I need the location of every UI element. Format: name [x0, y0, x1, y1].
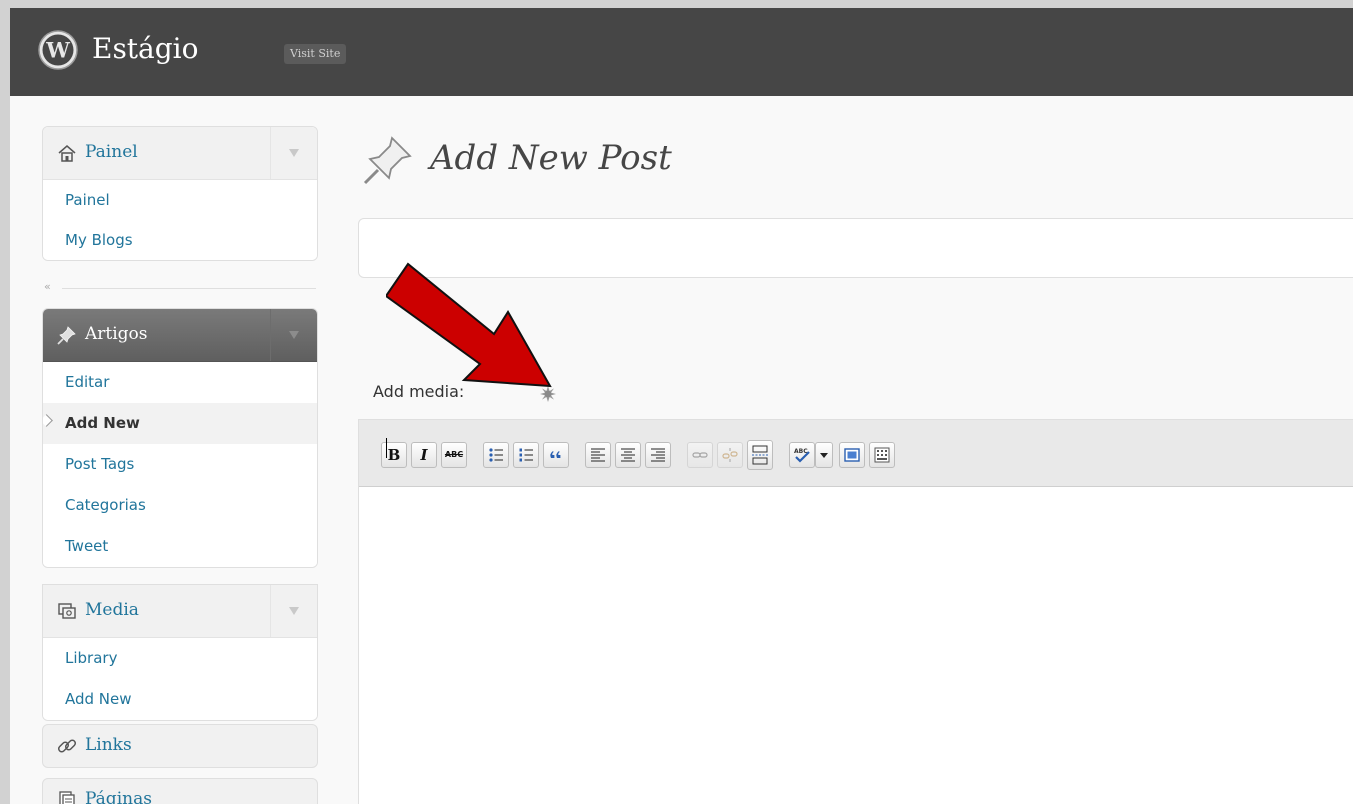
- chevron-down-icon: [289, 331, 299, 339]
- pages-icon: [59, 791, 75, 804]
- unlink-icon: [722, 448, 738, 462]
- menu-item-add-new-media[interactable]: Add New: [43, 679, 317, 720]
- unlink-button[interactable]: [717, 442, 743, 468]
- spellcheck-language-dropdown[interactable]: [815, 442, 833, 468]
- menu-item-categorias[interactable]: Categorias: [43, 485, 317, 526]
- wordpress-logo-icon[interactable]: W: [38, 30, 78, 70]
- insert-link-button[interactable]: [687, 442, 713, 468]
- menu-dashboard: Painel Painel My Blogs: [42, 126, 318, 261]
- text-cursor: [386, 438, 387, 458]
- editor-toolbar: B I ABC ABC: [359, 420, 1353, 487]
- menu-links[interactable]: Links: [42, 724, 318, 768]
- menu-pages[interactable]: Páginas: [42, 778, 318, 804]
- chevron-down-icon: [289, 149, 299, 157]
- wp-admin-window: W Estágio Visit Site Painel Painel My Bl…: [10, 8, 1353, 804]
- menu-item-editar[interactable]: Editar: [43, 362, 317, 403]
- page-title: Add New Post: [430, 138, 672, 178]
- fullscreen-button[interactable]: [839, 442, 865, 468]
- more-tag-icon: [752, 445, 768, 465]
- pushpin-icon: [363, 136, 412, 185]
- bullet-list-button[interactable]: [483, 442, 509, 468]
- menu-posts-label: Artigos: [85, 324, 148, 344]
- bold-button[interactable]: B: [381, 442, 407, 468]
- chevron-down-icon: [820, 453, 828, 458]
- insert-more-button[interactable]: [747, 440, 773, 470]
- admin-header: W Estágio Visit Site: [10, 8, 1353, 96]
- align-right-icon: [651, 448, 665, 462]
- post-editor: B I ABC ABC: [358, 419, 1353, 804]
- numbered-list-icon: [519, 448, 533, 462]
- red-arrow-icon: [386, 262, 552, 388]
- menu-item-add-new-post[interactable]: Add New: [43, 403, 317, 444]
- align-left-icon: [591, 448, 605, 462]
- numbered-list-button[interactable]: [513, 442, 539, 468]
- menu-item-painel[interactable]: Painel: [43, 180, 317, 220]
- kitchen-sink-icon: [874, 447, 890, 463]
- divider: [62, 288, 316, 289]
- align-left-button[interactable]: [585, 442, 611, 468]
- menu-item-post-tags[interactable]: Post Tags: [43, 444, 317, 485]
- menu-media-header[interactable]: Media: [43, 585, 317, 638]
- svg-text:W: W: [45, 38, 70, 63]
- menu-media-toggle[interactable]: [270, 585, 317, 637]
- editor-content-area[interactable]: [359, 487, 1353, 804]
- pushpin-icon: [57, 326, 76, 345]
- menu-dashboard-label: Painel: [85, 142, 138, 162]
- link-icon: [692, 452, 708, 458]
- chevron-down-icon: [289, 607, 299, 615]
- align-right-button[interactable]: [645, 442, 671, 468]
- menu-posts-header[interactable]: Artigos: [43, 309, 317, 362]
- menu-dashboard-toggle[interactable]: [270, 127, 317, 179]
- menu-posts-toggle[interactable]: [270, 309, 317, 361]
- menu-item-library[interactable]: Library: [43, 638, 317, 679]
- collapse-menu-icon[interactable]: «: [44, 280, 51, 293]
- spellcheck-button[interactable]: ABC: [789, 442, 815, 468]
- strikethrough-button[interactable]: ABC: [441, 442, 467, 468]
- chain-link-icon: [57, 739, 77, 753]
- visit-site-button[interactable]: Visit Site: [284, 44, 347, 64]
- kitchen-sink-button[interactable]: [869, 442, 895, 468]
- menu-media: Media Library Add New: [42, 584, 318, 721]
- menu-pages-label: Páginas: [85, 789, 152, 804]
- quote-icon: [550, 451, 561, 458]
- menu-links-label: Links: [85, 735, 132, 755]
- site-title[interactable]: Estágio: [92, 32, 199, 65]
- menu-dashboard-header[interactable]: Painel: [43, 127, 317, 180]
- italic-button[interactable]: I: [411, 442, 437, 468]
- menu-item-tweet[interactable]: Tweet: [43, 526, 317, 567]
- media-icon: [58, 603, 76, 619]
- menu-posts: Artigos Editar Add New Post Tags Categor…: [42, 308, 318, 568]
- align-center-icon: [621, 448, 635, 462]
- menu-media-label: Media: [85, 600, 139, 620]
- blockquote-button[interactable]: [543, 442, 569, 468]
- spellcheck-icon: ABC: [794, 448, 810, 463]
- fullscreen-icon: [844, 448, 860, 462]
- bullet-list-icon: [489, 448, 503, 462]
- collapse-menu[interactable]: «: [42, 280, 316, 296]
- menu-item-my-blogs[interactable]: My Blogs: [43, 220, 317, 260]
- home-icon: [58, 145, 76, 162]
- align-center-button[interactable]: [615, 442, 641, 468]
